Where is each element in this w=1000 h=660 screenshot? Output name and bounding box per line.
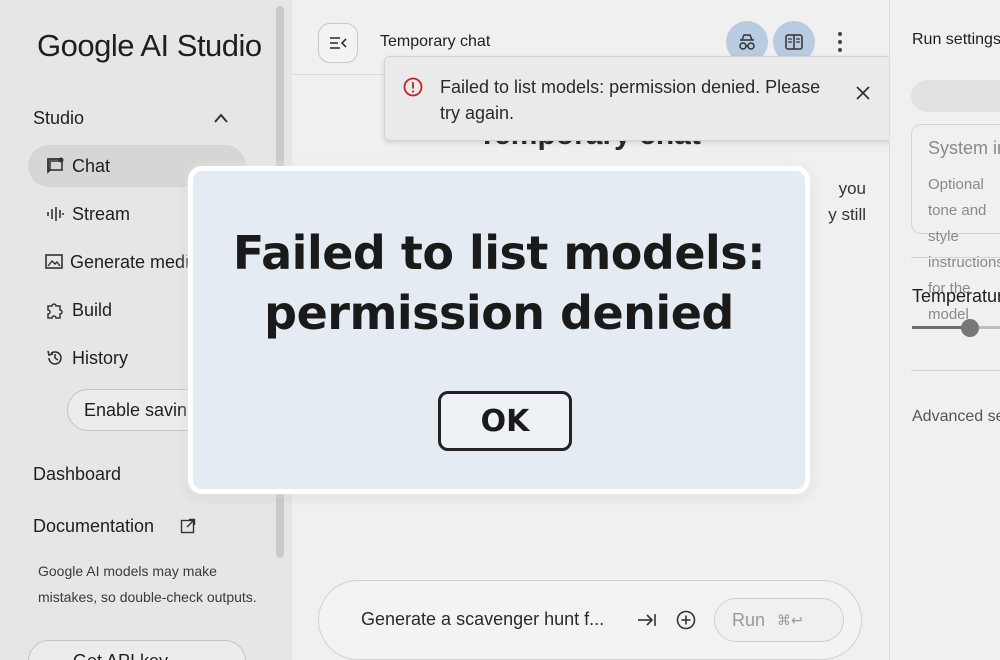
run-shortcut: ⌘↩ xyxy=(777,611,803,628)
add-icon[interactable] xyxy=(675,609,697,631)
temperature-label: Temperature xyxy=(912,286,1000,306)
sidebar-link-documentation[interactable]: Documentation xyxy=(33,516,154,537)
sidebar-item-label: History xyxy=(72,347,129,368)
sidebar-item-label: Stream xyxy=(72,203,131,224)
chevron-up-icon[interactable] xyxy=(212,111,230,125)
sidebar-item-generate-media[interactable]: Generate media xyxy=(28,241,188,283)
get-api-key-button[interactable]: Get API key xyxy=(28,640,246,660)
more-options-button[interactable] xyxy=(832,30,848,54)
ok-button[interactable]: OK xyxy=(438,391,572,451)
waveform-icon xyxy=(44,203,66,225)
image-icon xyxy=(44,251,64,273)
chat-icon xyxy=(44,155,66,177)
external-link-icon xyxy=(180,518,196,534)
run-settings-panel: Run settings System instructions Optiona… xyxy=(889,0,1000,660)
kebab-dot xyxy=(838,32,842,36)
page-title: Temporary chat xyxy=(380,33,491,50)
history-icon xyxy=(44,347,66,369)
model-selector[interactable] xyxy=(911,80,1000,112)
dialog-message: Failed to list models: permission denied xyxy=(193,223,805,343)
run-button[interactable]: Run ⌘↩ xyxy=(714,598,844,642)
sidebar-item-label: Generate media xyxy=(70,251,188,272)
sidebar-item-label: Chat xyxy=(72,155,111,176)
error-dialog: Failed to list models: permission denied… xyxy=(188,166,810,494)
toast-message: Failed to list models: permission denied… xyxy=(440,77,821,123)
kebab-dot xyxy=(838,40,842,44)
run-settings-title: Run settings xyxy=(912,31,1000,48)
prompt-input[interactable]: Generate a scavenger hunt f... xyxy=(361,609,604,630)
error-icon xyxy=(403,77,423,97)
incognito-icon xyxy=(739,34,755,50)
dialog-line: permission denied xyxy=(264,286,734,340)
close-icon[interactable] xyxy=(854,84,872,102)
divider xyxy=(911,257,1000,258)
collapse-sidebar-button[interactable] xyxy=(318,23,358,63)
insert-arrow-icon[interactable] xyxy=(636,609,658,631)
puzzle-icon xyxy=(44,299,66,321)
sidebar-link-dashboard[interactable]: Dashboard xyxy=(33,464,121,485)
sidebar-item-label: Build xyxy=(72,299,113,320)
system-instructions-title: System instructions xyxy=(928,138,1000,158)
run-label: Run xyxy=(732,609,766,630)
temperature-slider-knob[interactable] xyxy=(961,319,979,337)
dialog-line: Failed to list models: xyxy=(232,226,766,280)
advanced-settings-label[interactable]: Advanced settings xyxy=(912,408,1000,426)
app-logo[interactable]: Google AI Studio xyxy=(37,28,262,64)
menu-collapse-icon xyxy=(330,37,347,49)
error-toast: Failed to list models: permission denied… xyxy=(384,56,900,141)
compare-icon xyxy=(785,34,803,50)
disclaimer-text: Google AI models may make mistakes, so d… xyxy=(38,563,257,605)
section-title-studio[interactable]: Studio xyxy=(33,108,84,129)
kebab-dot xyxy=(838,48,842,52)
divider xyxy=(911,370,1000,371)
